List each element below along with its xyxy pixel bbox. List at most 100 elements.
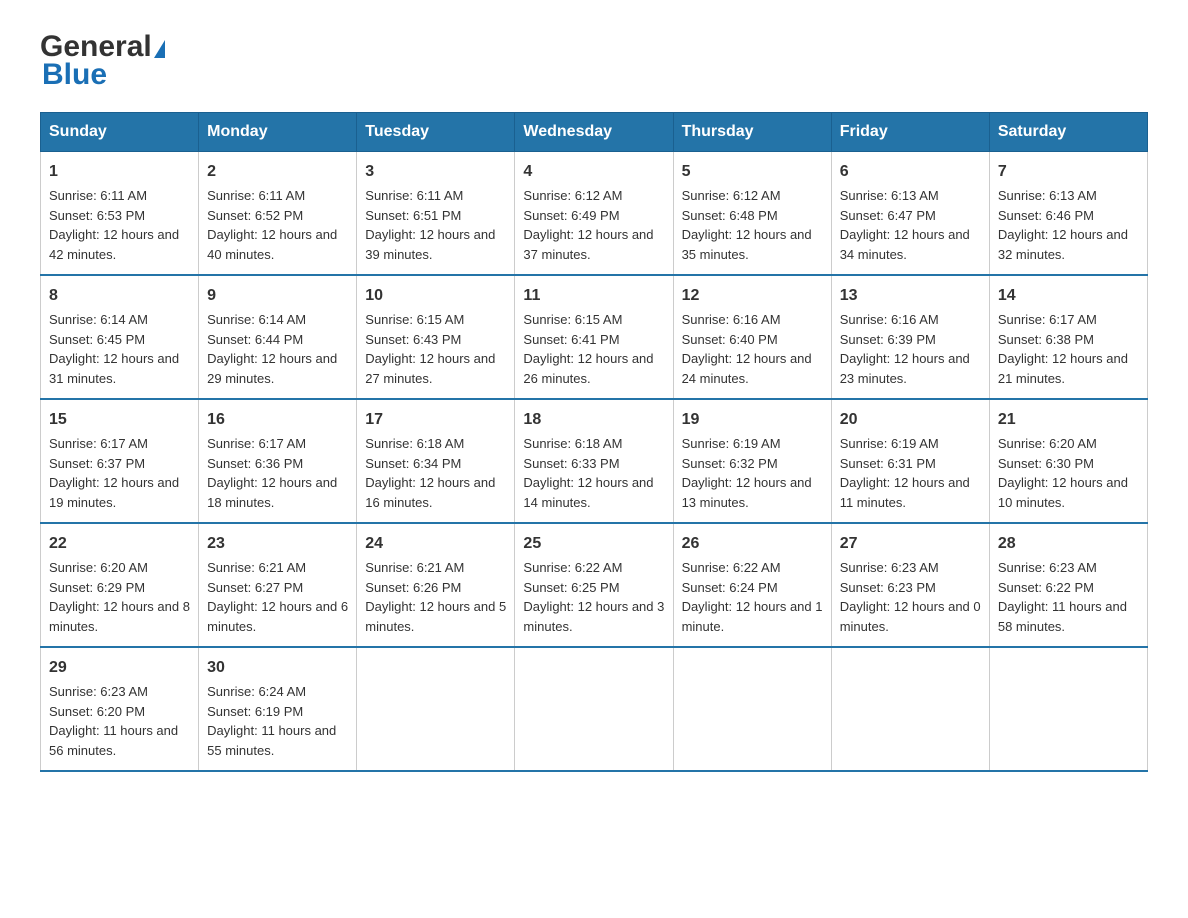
logo: General Blue xyxy=(40,30,165,92)
cell-info: Sunrise: 6:16 AMSunset: 6:40 PMDaylight:… xyxy=(682,312,812,386)
day-number: 21 xyxy=(998,408,1139,432)
day-number: 20 xyxy=(840,408,981,432)
header-tuesday: Tuesday xyxy=(357,113,515,152)
cell-info: Sunrise: 6:13 AMSunset: 6:46 PMDaylight:… xyxy=(998,188,1128,262)
cell-info: Sunrise: 6:11 AMSunset: 6:53 PMDaylight:… xyxy=(49,188,179,262)
day-number: 2 xyxy=(207,160,348,184)
cell-info: Sunrise: 6:17 AMSunset: 6:37 PMDaylight:… xyxy=(49,436,179,510)
calendar-cell: 4Sunrise: 6:12 AMSunset: 6:49 PMDaylight… xyxy=(515,152,673,276)
calendar-cell: 14 Sunrise: 6:17 AMSunset: 6:38 PMDayligh… xyxy=(989,275,1147,399)
calendar-week-3: 15Sunrise: 6:17 AMSunset: 6:37 PMDayligh… xyxy=(41,399,1148,523)
day-number: 11 xyxy=(523,284,664,308)
cell-info: Sunrise: 6:12 AMSunset: 6:49 PMDaylight:… xyxy=(523,188,653,262)
cell-info: Sunrise: 6:15 AMSunset: 6:43 PMDaylight:… xyxy=(365,312,495,386)
day-number: 16 xyxy=(207,408,348,432)
header-sunday: Sunday xyxy=(41,113,199,152)
cell-info: Sunrise: 6:23 AMSunset: 6:20 PMDaylight:… xyxy=(49,684,178,758)
day-number: 9 xyxy=(207,284,348,308)
day-number: 30 xyxy=(207,656,348,680)
calendar-cell: 6Sunrise: 6:13 AMSunset: 6:47 PMDaylight… xyxy=(831,152,989,276)
header-saturday: Saturday xyxy=(989,113,1147,152)
cell-info: Sunrise: 6:13 AMSunset: 6:47 PMDaylight:… xyxy=(840,188,970,262)
cell-info: Sunrise: 6:22 AMSunset: 6:25 PMDaylight:… xyxy=(523,560,664,634)
cell-info: Sunrise: 6:24 AMSunset: 6:19 PMDaylight:… xyxy=(207,684,336,758)
cell-info: Sunrise: 6:20 AMSunset: 6:30 PMDaylight:… xyxy=(998,436,1128,510)
calendar-cell xyxy=(357,647,515,771)
calendar-week-5: 29 Sunrise: 6:23 AMSunset: 6:20 PMDayligh… xyxy=(41,647,1148,771)
day-number: 3 xyxy=(365,160,506,184)
calendar-cell: 7Sunrise: 6:13 AMSunset: 6:46 PMDaylight… xyxy=(989,152,1147,276)
day-number: 18 xyxy=(523,408,664,432)
calendar-week-4: 22 Sunrise: 6:20 AMSunset: 6:29 PMDayligh… xyxy=(41,523,1148,647)
calendar-cell: 15Sunrise: 6:17 AMSunset: 6:37 PMDayligh… xyxy=(41,399,199,523)
calendar-cell: 11 Sunrise: 6:15 AMSunset: 6:41 PMDayligh… xyxy=(515,275,673,399)
calendar-cell: 30 Sunrise: 6:24 AMSunset: 6:19 PMDayligh… xyxy=(199,647,357,771)
calendar-cell: 19 Sunrise: 6:19 AMSunset: 6:32 PMDayligh… xyxy=(673,399,831,523)
calendar-cell: 24 Sunrise: 6:21 AMSunset: 6:26 PMDayligh… xyxy=(357,523,515,647)
calendar-cell: 26 Sunrise: 6:22 AMSunset: 6:24 PMDayligh… xyxy=(673,523,831,647)
day-number: 23 xyxy=(207,532,348,556)
day-number: 28 xyxy=(998,532,1139,556)
day-number: 26 xyxy=(682,532,823,556)
day-number: 12 xyxy=(682,284,823,308)
calendar-cell xyxy=(673,647,831,771)
calendar-week-2: 8Sunrise: 6:14 AMSunset: 6:45 PMDaylight… xyxy=(41,275,1148,399)
day-number: 1 xyxy=(49,160,190,184)
header-thursday: Thursday xyxy=(673,113,831,152)
calendar-cell: 13 Sunrise: 6:16 AMSunset: 6:39 PMDayligh… xyxy=(831,275,989,399)
cell-info: Sunrise: 6:23 AMSunset: 6:22 PMDaylight:… xyxy=(998,560,1127,634)
day-number: 25 xyxy=(523,532,664,556)
calendar-cell: 20 Sunrise: 6:19 AMSunset: 6:31 PMDayligh… xyxy=(831,399,989,523)
cell-info: Sunrise: 6:11 AMSunset: 6:51 PMDaylight:… xyxy=(365,188,495,262)
calendar-table: SundayMondayTuesdayWednesdayThursdayFrid… xyxy=(40,112,1148,772)
calendar-cell xyxy=(831,647,989,771)
calendar-cell: 18 Sunrise: 6:18 AMSunset: 6:33 PMDayligh… xyxy=(515,399,673,523)
calendar-cell: 5Sunrise: 6:12 AMSunset: 6:48 PMDaylight… xyxy=(673,152,831,276)
cell-info: Sunrise: 6:18 AMSunset: 6:34 PMDaylight:… xyxy=(365,436,495,510)
logo-triangle xyxy=(154,40,165,58)
day-number: 27 xyxy=(840,532,981,556)
header-monday: Monday xyxy=(199,113,357,152)
day-number: 13 xyxy=(840,284,981,308)
calendar-cell: 23 Sunrise: 6:21 AMSunset: 6:27 PMDayligh… xyxy=(199,523,357,647)
calendar-header-row: SundayMondayTuesdayWednesdayThursdayFrid… xyxy=(41,113,1148,152)
header-friday: Friday xyxy=(831,113,989,152)
cell-info: Sunrise: 6:22 AMSunset: 6:24 PMDaylight:… xyxy=(682,560,823,634)
calendar-cell: 22 Sunrise: 6:20 AMSunset: 6:29 PMDayligh… xyxy=(41,523,199,647)
cell-info: Sunrise: 6:18 AMSunset: 6:33 PMDaylight:… xyxy=(523,436,653,510)
cell-info: Sunrise: 6:19 AMSunset: 6:32 PMDaylight:… xyxy=(682,436,812,510)
calendar-cell: 10 Sunrise: 6:15 AMSunset: 6:43 PMDayligh… xyxy=(357,275,515,399)
calendar-cell: 21 Sunrise: 6:20 AMSunset: 6:30 PMDayligh… xyxy=(989,399,1147,523)
day-number: 14 xyxy=(998,284,1139,308)
calendar-cell: 16 Sunrise: 6:17 AMSunset: 6:36 PMDayligh… xyxy=(199,399,357,523)
calendar-cell: 28 Sunrise: 6:23 AMSunset: 6:22 PMDayligh… xyxy=(989,523,1147,647)
calendar-cell xyxy=(515,647,673,771)
calendar-cell: 2 Sunrise: 6:11 AMSunset: 6:52 PMDaylight… xyxy=(199,152,357,276)
day-number: 10 xyxy=(365,284,506,308)
cell-info: Sunrise: 6:19 AMSunset: 6:31 PMDaylight:… xyxy=(840,436,970,510)
cell-info: Sunrise: 6:17 AMSunset: 6:38 PMDaylight:… xyxy=(998,312,1128,386)
calendar-cell: 17 Sunrise: 6:18 AMSunset: 6:34 PMDayligh… xyxy=(357,399,515,523)
cell-info: Sunrise: 6:11 AMSunset: 6:52 PMDaylight:… xyxy=(207,188,337,262)
calendar-cell: 1 Sunrise: 6:11 AMSunset: 6:53 PMDaylight… xyxy=(41,152,199,276)
calendar-cell: 25 Sunrise: 6:22 AMSunset: 6:25 PMDayligh… xyxy=(515,523,673,647)
day-number: 17 xyxy=(365,408,506,432)
calendar-cell: 27 Sunrise: 6:23 AMSunset: 6:23 PMDayligh… xyxy=(831,523,989,647)
day-number: 29 xyxy=(49,656,190,680)
cell-info: Sunrise: 6:21 AMSunset: 6:27 PMDaylight:… xyxy=(207,560,348,634)
cell-info: Sunrise: 6:23 AMSunset: 6:23 PMDaylight:… xyxy=(840,560,981,634)
cell-info: Sunrise: 6:14 AMSunset: 6:45 PMDaylight:… xyxy=(49,312,179,386)
day-number: 22 xyxy=(49,532,190,556)
day-number: 24 xyxy=(365,532,506,556)
day-number: 19 xyxy=(682,408,823,432)
cell-info: Sunrise: 6:14 AMSunset: 6:44 PMDaylight:… xyxy=(207,312,337,386)
calendar-cell: 29 Sunrise: 6:23 AMSunset: 6:20 PMDayligh… xyxy=(41,647,199,771)
calendar-cell: 8Sunrise: 6:14 AMSunset: 6:45 PMDaylight… xyxy=(41,275,199,399)
calendar-cell: 12 Sunrise: 6:16 AMSunset: 6:40 PMDayligh… xyxy=(673,275,831,399)
cell-info: Sunrise: 6:16 AMSunset: 6:39 PMDaylight:… xyxy=(840,312,970,386)
cell-info: Sunrise: 6:21 AMSunset: 6:26 PMDaylight:… xyxy=(365,560,506,634)
cell-info: Sunrise: 6:20 AMSunset: 6:29 PMDaylight:… xyxy=(49,560,190,634)
cell-info: Sunrise: 6:17 AMSunset: 6:36 PMDaylight:… xyxy=(207,436,337,510)
cell-info: Sunrise: 6:15 AMSunset: 6:41 PMDaylight:… xyxy=(523,312,653,386)
cell-info: Sunrise: 6:12 AMSunset: 6:48 PMDaylight:… xyxy=(682,188,812,262)
